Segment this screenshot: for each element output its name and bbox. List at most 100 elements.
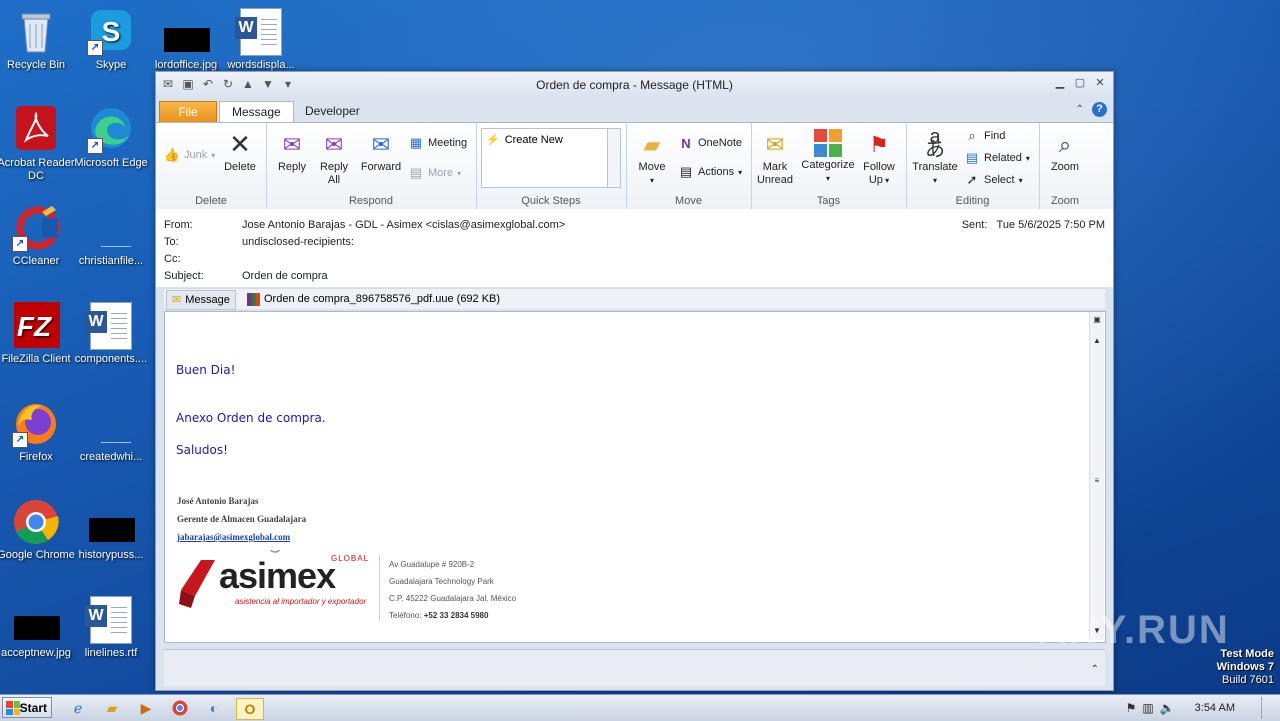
desktop-icon-wordsdispla[interactable]: wordsdispla... [221, 8, 301, 72]
desktop-icon-acceptnew[interactable]: acceptnew.jpg [0, 596, 76, 660]
icon-label: createdwhi... [79, 451, 143, 463]
edge-taskbar-icon[interactable]: ◐ [204, 698, 224, 718]
select-button[interactable]: ➚ Select ▾ [964, 172, 1023, 188]
minimize-button[interactable]: ▁ [1053, 76, 1067, 90]
magnifier-icon: ⌕ [1058, 131, 1072, 157]
follow-up-button[interactable]: ⚑ Follow Up ▾ [857, 129, 901, 187]
file-explorer-icon[interactable]: ▰ [102, 698, 122, 718]
message-view-tab[interactable]: ✉ Message [166, 290, 236, 310]
desktop-icon-filezilla[interactable]: FZ FileZilla Client [0, 302, 76, 366]
quick-steps-gallery: ⚡ Create New [481, 128, 608, 188]
group-label: Editing [955, 195, 990, 207]
network-icon[interactable]: ▥ [1142, 701, 1153, 715]
image-file-icon [12, 596, 60, 644]
signature-name: José Antonio Barajas [177, 496, 259, 506]
signature-address-1: Av Guadalupe # 920B-2 [389, 560, 475, 569]
tab-file[interactable]: File [159, 101, 217, 123]
body-scrollbar[interactable]: ▣ ▲ ≡ ▼ [1089, 312, 1104, 640]
tab-developer[interactable]: Developer [293, 101, 372, 121]
forward-button[interactable]: ✉ Forward [358, 129, 404, 174]
recycle-bin-icon [12, 8, 60, 56]
quick-steps-scrollbar[interactable] [607, 128, 621, 188]
move-button[interactable]: ▰ Move ▾ [630, 129, 674, 187]
show-desktop-button[interactable] [1261, 697, 1272, 719]
from-value[interactable]: Jose Antonio Barajas - GDL - Asimex <cis… [242, 219, 565, 231]
desktop-icon-linelines[interactable]: linelines.rtf [71, 596, 151, 660]
meeting-button[interactable]: ▦ Meeting [408, 135, 467, 151]
outlook-taskbar-icon[interactable]: O [236, 698, 264, 720]
related-button[interactable]: ▤ Related ▾ [964, 150, 1030, 166]
desktop-icon-firefox[interactable]: ↗ Firefox [0, 400, 76, 464]
quick-steps-group: ⚡ Create New Quick Steps [476, 123, 627, 209]
icon-label: Recycle Bin [6, 59, 66, 71]
action-center-flag-icon[interactable]: ⚑ [1126, 701, 1137, 715]
more-button[interactable]: ▤ More ▾ [408, 165, 461, 181]
chrome-taskbar-icon[interactable] [170, 698, 190, 718]
categorize-button[interactable]: Categorize ▾ [799, 129, 857, 185]
desktop-icon-skype[interactable]: S ↗ Skype [71, 8, 151, 72]
zoom-button[interactable]: ⌕ Zoom [1043, 129, 1087, 174]
firefox-icon: ↗ [12, 400, 60, 448]
onenote-icon: N [681, 135, 691, 151]
desktop-icon-lordoffice[interactable]: lordoffice.jpg [146, 8, 226, 72]
create-new-quick-step[interactable]: ⚡ Create New [486, 133, 563, 147]
delete-button[interactable]: ✕ Delete [220, 129, 260, 174]
attachment-item[interactable]: Orden de compra_896758576_pdf.uue (692 K… [242, 290, 505, 308]
find-button[interactable]: ⌕ Find [964, 128, 1005, 144]
archive-file-icon [247, 292, 260, 306]
desktop-icon-ccleaner[interactable]: ↗ CCleaner [0, 204, 76, 268]
desktop-icon-components[interactable]: components.... [71, 302, 151, 366]
mark-unread-button[interactable]: ✉ Mark Unread [753, 129, 797, 187]
to-value[interactable]: undisclosed-recipients: [242, 236, 354, 248]
onenote-button[interactable]: N OneNote [678, 135, 742, 151]
view-options-icon[interactable]: ▣ [1092, 315, 1102, 325]
filezilla-icon: FZ [12, 302, 60, 350]
maximize-button[interactable]: ▢ [1073, 76, 1087, 90]
ribbon: 👍 Junk ▾ ✕ Delete Delete ✉ Reply ✉ Reply A… [156, 122, 1113, 210]
desktop-icon-createdwhi[interactable]: createdwhi... [71, 400, 151, 464]
expand-people-pane-icon[interactable]: ⌃ [1091, 664, 1099, 675]
translate-button[interactable]: aあ Translate ▾ [908, 127, 962, 187]
title-bar: ✉ ▣ ↶ ↻ ▲ ▼ ▾ Orden de compra - Message … [156, 72, 1113, 98]
desktop-icon-christianfile[interactable]: christianfile... [71, 204, 151, 268]
blank-file-icon [87, 204, 135, 252]
actions-icon: ▤ [679, 164, 693, 179]
internet-explorer-icon[interactable]: ℯ [68, 698, 88, 718]
categorize-icon [814, 129, 842, 157]
scroll-thumb-grip-icon[interactable]: ≡ [1092, 476, 1102, 486]
volume-icon[interactable]: 🔈 [1160, 701, 1175, 715]
icon-label: CCleaner [12, 255, 60, 267]
desktop-icon-historypuss[interactable]: historypuss... [71, 498, 151, 562]
scroll-up-arrow-icon[interactable]: ▲ [1092, 336, 1102, 346]
shortcut-arrow-icon: ↗ [12, 432, 28, 448]
actions-button[interactable]: ▤ Actions ▾ [678, 164, 742, 180]
word-document-icon [85, 302, 135, 350]
desktop-icon-acrobat[interactable]: Acrobat Reader DC [0, 106, 76, 183]
start-button[interactable]: Start [2, 697, 52, 718]
blank-file-icon [87, 400, 135, 448]
clock[interactable]: 3:54 AM [1195, 702, 1235, 714]
chrome-icon [12, 498, 60, 546]
icon-label: Microsoft Edge [74, 157, 148, 169]
close-button[interactable]: ✕ [1093, 76, 1107, 90]
signature-address-2: Guadalajara Technology Park [389, 577, 494, 586]
reply-button[interactable]: ✉ Reply [272, 129, 312, 174]
more-icon: ▤ [409, 165, 423, 180]
help-icon[interactable]: ? [1092, 102, 1107, 117]
junk-button[interactable]: 👍 Junk ▾ [164, 147, 215, 163]
signature-email-link[interactable]: jabarajas@asimexglobal.com [177, 532, 290, 542]
cursor-icon: ➚ [966, 172, 978, 187]
body-closing: Saludos! [176, 443, 228, 457]
desktop-icon-chrome[interactable]: Google Chrome [0, 498, 76, 562]
reply-all-button[interactable]: ✉ Reply All [314, 129, 354, 187]
icon-label: Google Chrome [0, 549, 75, 561]
media-player-icon[interactable]: ▶ [136, 698, 156, 718]
calendar-icon: ▦ [409, 135, 423, 150]
message-body[interactable]: Buen Dia! Anexo Orden de compra. Saludos… [164, 311, 1106, 643]
desktop-icon-edge[interactable]: ↗ Microsoft Edge [71, 106, 151, 170]
tab-message[interactable]: Message [219, 101, 294, 123]
move-group: ▰ Move ▾ N OneNote ▤ Actions ▾ Move [626, 123, 752, 209]
lightning-icon: ⚡ [486, 134, 500, 146]
desktop-icon-recycle-bin[interactable]: Recycle Bin [0, 8, 76, 72]
collapse-ribbon-icon[interactable]: ⌃ [1076, 104, 1084, 115]
